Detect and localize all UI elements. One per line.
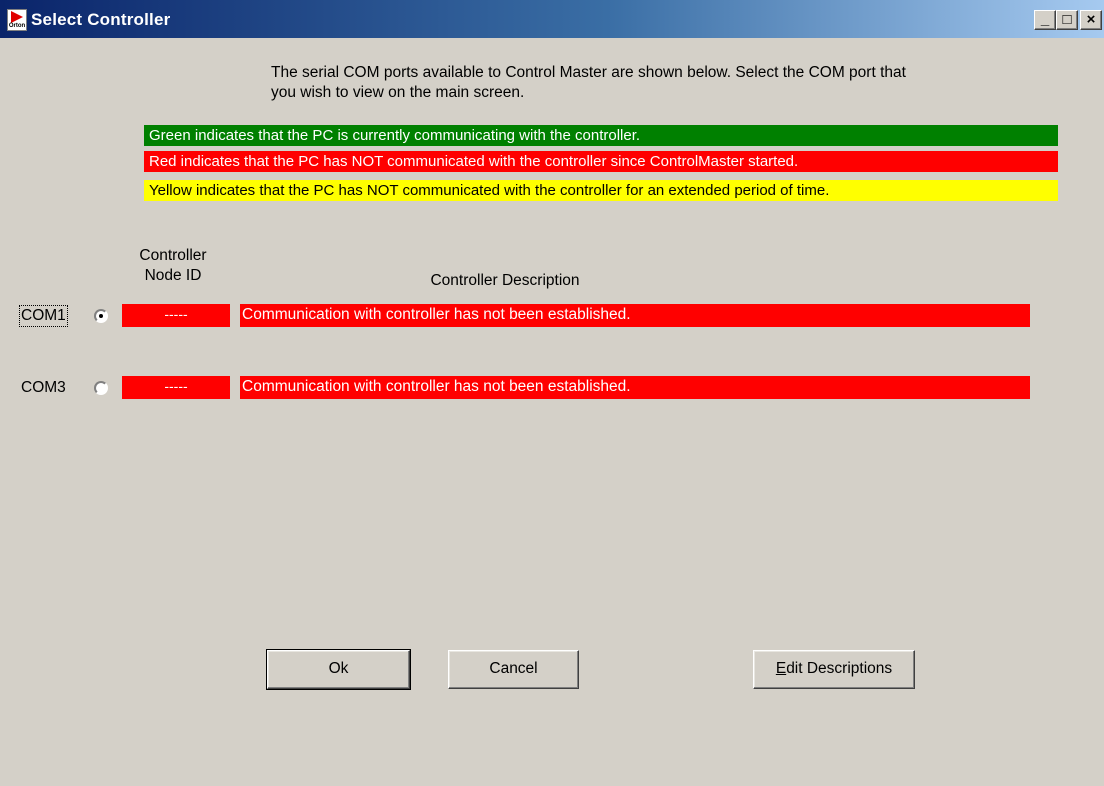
close-button[interactable]: × — [1080, 10, 1102, 30]
cancel-button[interactable]: Cancel — [448, 650, 579, 689]
minimize-button[interactable]: _ — [1034, 10, 1056, 30]
edit-accelerator: E — [775, 660, 787, 677]
maximize-button[interactable]: □ — [1056, 10, 1078, 30]
title-bar: Orton Select Controller _ □ × — [0, 0, 1104, 38]
port-radio-com3[interactable] — [94, 381, 108, 395]
node-id-com3: ----- — [122, 376, 230, 399]
minimize-icon: _ — [1040, 11, 1050, 28]
node-id-com1: ----- — [122, 304, 230, 327]
port-label-com3[interactable]: COM3 — [21, 378, 66, 398]
description-com1: Communication with controller has not be… — [240, 304, 1030, 327]
ok-button[interactable]: Ok — [266, 649, 411, 690]
close-icon: × — [1086, 11, 1096, 28]
port-label-com1[interactable]: COM1 — [19, 305, 68, 327]
window-title: Select Controller — [31, 10, 171, 29]
legend-yellow: Yellow indicates that the PC has NOT com… — [144, 180, 1058, 201]
node-id-column-header: Controller Node ID — [139, 247, 207, 284]
legend-red: Red indicates that the PC has NOT commun… — [144, 151, 1058, 172]
edit-label-rest: dit Descriptions — [786, 660, 893, 677]
legend-green: Green indicates that the PC is currently… — [144, 125, 1058, 146]
description-com3: Communication with controller has not be… — [240, 376, 1030, 399]
maximize-icon: □ — [1062, 11, 1072, 28]
instructions-text: The serial COM ports available to Contro… — [271, 64, 906, 101]
edit-descriptions-button[interactable]: Edit Descriptions — [753, 650, 915, 689]
description-column-header: Controller Description — [430, 272, 580, 289]
port-radio-com1[interactable] — [94, 309, 108, 323]
app-logo-icon: Orton — [7, 9, 27, 31]
radio-selected-dot — [99, 314, 103, 318]
